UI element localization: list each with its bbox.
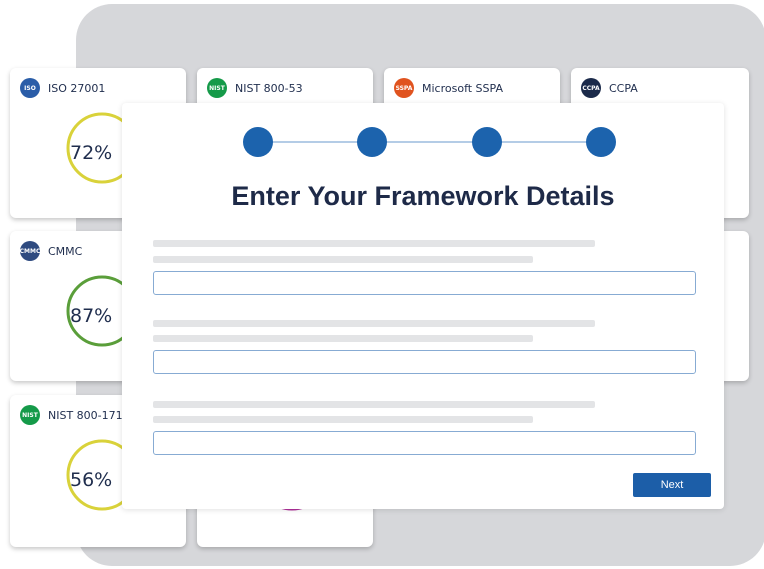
- step-2-indicator[interactable]: [357, 127, 387, 157]
- label-placeholder: [153, 256, 533, 263]
- label-placeholder: [153, 416, 533, 423]
- iso-logo-icon: ISO: [20, 78, 40, 98]
- card-header: NIST NIST 800-53: [207, 78, 303, 98]
- cmmc-logo-icon: CMMC: [20, 241, 40, 261]
- stepper-connector: [258, 141, 588, 143]
- card-title: ISO 27001: [48, 81, 106, 95]
- label-placeholder: [153, 320, 595, 327]
- card-title: CMMC: [48, 244, 83, 258]
- modal-title: Enter Your Framework Details: [231, 181, 615, 211]
- card-title: NIST 800-171: [48, 408, 123, 422]
- gauge-percentage: 72%: [70, 142, 113, 164]
- gauge-percentage: 56%: [70, 469, 113, 491]
- card-header: NIST NIST 800-171: [20, 405, 123, 425]
- card-header: ISO ISO 27001: [20, 78, 105, 98]
- step-4-indicator[interactable]: [586, 127, 616, 157]
- nist-logo-icon: NIST: [207, 78, 227, 98]
- step-1-indicator[interactable]: [243, 127, 273, 157]
- card-header: CCPA CCPA: [581, 78, 638, 98]
- card-title: NIST 800-53: [235, 81, 303, 95]
- next-button[interactable]: Next: [633, 473, 711, 497]
- gauge-percentage: 87%: [70, 305, 113, 327]
- card-header: CMMC CMMC: [20, 241, 82, 261]
- label-placeholder: [153, 401, 595, 408]
- label-placeholder: [153, 240, 595, 247]
- framework-field-3[interactable]: [153, 431, 696, 455]
- lock-logo-icon: CCPA: [581, 78, 601, 98]
- step-3-indicator[interactable]: [472, 127, 502, 157]
- framework-details-modal: Enter Your Framework Details Next: [122, 103, 724, 509]
- microsoft-logo-icon: SSPA: [394, 78, 414, 98]
- label-placeholder: [153, 335, 533, 342]
- card-title: Microsoft SSPA: [422, 81, 503, 95]
- framework-field-2[interactable]: [153, 350, 696, 374]
- card-title: CCPA: [609, 81, 638, 95]
- nist-logo-icon: NIST: [20, 405, 40, 425]
- card-header: SSPA Microsoft SSPA: [394, 78, 503, 98]
- framework-field-1[interactable]: [153, 271, 696, 295]
